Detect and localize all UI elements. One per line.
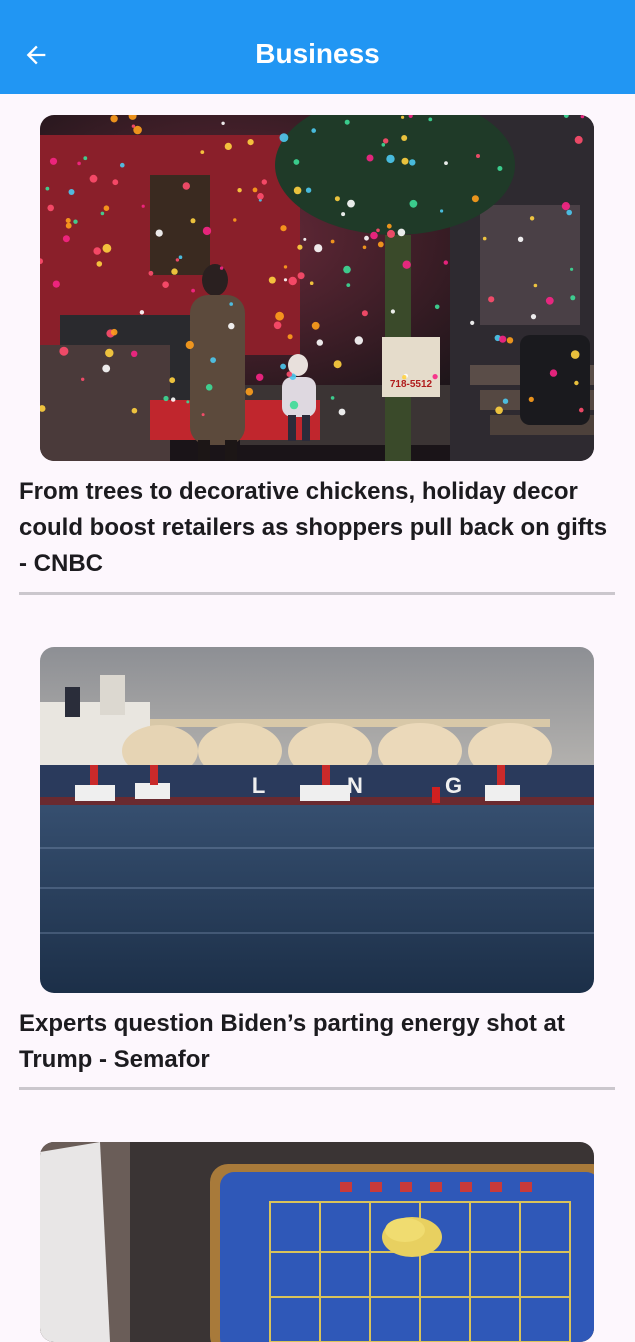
divider xyxy=(19,1087,615,1090)
article-image[interactable]: L N G xyxy=(40,647,594,993)
article-image[interactable] xyxy=(40,1142,594,1342)
page-title: Business xyxy=(255,38,380,69)
holiday-lights-house-photo: 718-5512 xyxy=(40,115,594,461)
roulette-table-photo xyxy=(40,1142,594,1342)
article-image[interactable]: 718-5512 xyxy=(40,115,594,461)
article-title[interactable]: From trees to decorative chickens, holid… xyxy=(19,474,615,582)
lng-tanker-photo: L N G xyxy=(40,647,594,993)
app-bar: Business xyxy=(0,0,635,94)
divider xyxy=(19,592,615,595)
svg-text:L N G: L N G xyxy=(252,773,500,798)
article-title[interactable]: Experts question Biden’s parting energy … xyxy=(19,1006,615,1078)
svg-text:718-5512: 718-5512 xyxy=(390,379,433,390)
